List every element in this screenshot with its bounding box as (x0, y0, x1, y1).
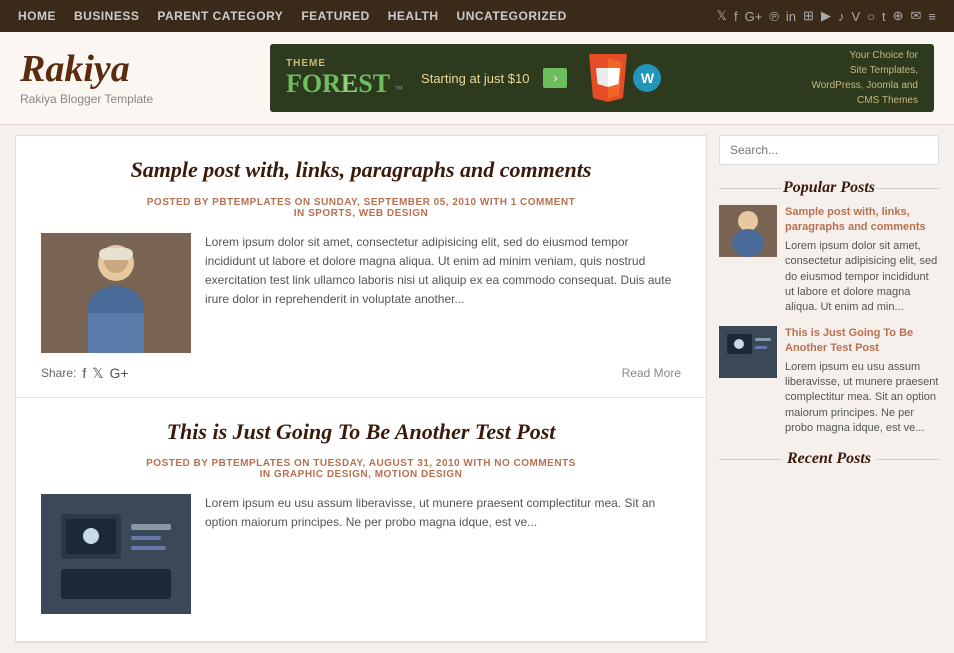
linkedin-icon[interactable]: in (786, 9, 796, 24)
nav-links: HOME BUSINESS PARENT CATEGORY FEATURED H… (18, 9, 567, 23)
email-icon[interactable]: ✉ (911, 8, 922, 24)
nav-parent-category[interactable]: PARENT CATEGORY (157, 9, 283, 23)
post-2-category-motion[interactable]: MOTION DESIGN (375, 469, 463, 480)
post-2-meta: POSTED BY PBTEMPLATES ON TUESDAY, AUGUST… (41, 458, 681, 480)
post-1-meta: POSTED BY PBTEMPLATES ON SUNDAY, SEPTEMB… (41, 197, 681, 219)
vimeo-icon[interactable]: V (851, 9, 860, 24)
post-2-excerpt: Lorem ipsum eu usu assum liberavisse, ut… (205, 494, 681, 614)
logo-area: Rakiya Rakiya Blogger Template (20, 50, 240, 106)
banner-tagline: Starting at just $10 (421, 71, 529, 86)
instagram-icon[interactable]: ⊞ (803, 8, 814, 24)
reddit-icon[interactable]: ⊕ (893, 8, 904, 24)
header: Rakiya Rakiya Blogger Template THEME FOR… (0, 32, 954, 125)
nav-featured[interactable]: FEATURED (301, 9, 369, 23)
post-1-category-sports[interactable]: SPORTS (308, 208, 352, 219)
logo-title[interactable]: Rakiya (20, 50, 240, 88)
pinterest-icon[interactable]: ℗ (769, 9, 779, 24)
content-area: Sample post with, links, paragraphs and … (0, 125, 954, 653)
popular-post-2-text: This is Just Going To Be Another Test Po… (785, 326, 939, 437)
post-1: Sample post with, links, paragraphs and … (16, 136, 706, 398)
main-content: Sample post with, links, paragraphs and … (15, 135, 707, 643)
popular-post-1-image (719, 205, 777, 257)
post-1-image-placeholder (41, 233, 191, 353)
recent-posts-title: Recent Posts (719, 450, 939, 468)
facebook-icon[interactable]: f (734, 9, 738, 24)
post-1-share: Share: f 𝕏 G+ (41, 365, 129, 382)
banner-right: Your Choice forSite Templates,WordPress,… (811, 48, 918, 108)
post-2-category-graphic[interactable]: GRAPHIC DESIGN (274, 469, 368, 480)
nav-business[interactable]: BUSINESS (74, 9, 139, 23)
nav-home[interactable]: HOME (18, 9, 56, 23)
share-twitter-icon[interactable]: 𝕏 (92, 365, 103, 382)
popular-post-1-text: Sample post with, links, paragraphs and … (785, 205, 939, 316)
post-1-body: Lorem ipsum dolor sit amet, consectetur … (41, 233, 681, 353)
vine-icon[interactable]: ○ (867, 9, 875, 24)
music-icon[interactable]: ♪ (838, 9, 845, 24)
post-1-excerpt: Lorem ipsum dolor sit amet, consectetur … (205, 233, 681, 353)
post-1-footer: Share: f 𝕏 G+ Read More (41, 365, 681, 382)
banner-ad[interactable]: THEME FOREST ™ Starting at just $10 › (270, 44, 934, 112)
popular-post-1-title[interactable]: Sample post with, links, paragraphs and … (785, 205, 939, 236)
post-1-title[interactable]: Sample post with, links, paragraphs and … (41, 156, 681, 185)
post-1-image (41, 233, 191, 353)
post-2-body: Lorem ipsum eu usu assum liberavisse, ut… (41, 494, 681, 614)
banner-cta[interactable]: › (543, 68, 567, 88)
post-1-category-webdesign[interactable]: WEB DESIGN (359, 208, 428, 219)
share-label: Share: (41, 366, 76, 380)
googleplus-icon[interactable]: G+ (745, 9, 763, 24)
popular-post-1: Sample post with, links, paragraphs and … (719, 205, 939, 316)
twitter-icon[interactable]: 𝕏 (716, 8, 726, 24)
tumblr-icon[interactable]: t (882, 9, 886, 24)
post-2: This is Just Going To Be Another Test Po… (16, 398, 706, 643)
popular-post-1-excerpt: Lorem ipsum dolor sit amet, consectetur … (785, 239, 939, 316)
post-2-image (41, 494, 191, 614)
nav-health[interactable]: HEALTH (388, 9, 439, 23)
banner-brand: FOREST (286, 69, 390, 99)
post-2-title[interactable]: This is Just Going To Be Another Test Po… (41, 418, 681, 447)
share-facebook-icon[interactable]: f (82, 365, 86, 381)
popular-post-2: This is Just Going To Be Another Test Po… (719, 326, 939, 437)
youtube-icon[interactable]: ▶ (821, 8, 831, 24)
popular-post-2-excerpt: Lorem ipsum eu usu assum liberavisse, ut… (785, 360, 939, 437)
post-1-readmore[interactable]: Read More (622, 366, 681, 380)
popular-post-2-image (719, 326, 777, 378)
post-2-image-placeholder (41, 494, 191, 614)
nav-uncategorized[interactable]: UNCATEGORIZED (457, 9, 567, 23)
popular-posts-title: Popular Posts (719, 179, 939, 197)
banner-right-text: Your Choice forSite Templates,WordPress,… (811, 48, 918, 108)
search-input[interactable] (719, 135, 939, 165)
banner-theme-label: THEME (286, 58, 403, 69)
logo-subtitle: Rakiya Blogger Template (20, 92, 240, 106)
popular-posts-section: Popular Posts Sample post with, links, p… (719, 179, 939, 436)
banner-tm: ™ (394, 84, 403, 94)
social-icons: 𝕏 f G+ ℗ in ⊞ ▶ ♪ V ○ t ⊕ ✉ ≡ (716, 8, 936, 24)
popular-post-2-title[interactable]: This is Just Going To Be Another Test Po… (785, 326, 939, 357)
share-googleplus-icon[interactable]: G+ (110, 365, 129, 381)
banner-html-icon: W (589, 54, 661, 102)
banner-left: THEME FOREST ™ Starting at just $10 › (286, 54, 661, 102)
navigation: HOME BUSINESS PARENT CATEGORY FEATURED H… (0, 0, 954, 32)
sidebar: Popular Posts Sample post with, links, p… (719, 135, 939, 643)
banner-wp-icon: W (633, 64, 661, 92)
rss-icon[interactable]: ≡ (928, 9, 936, 24)
